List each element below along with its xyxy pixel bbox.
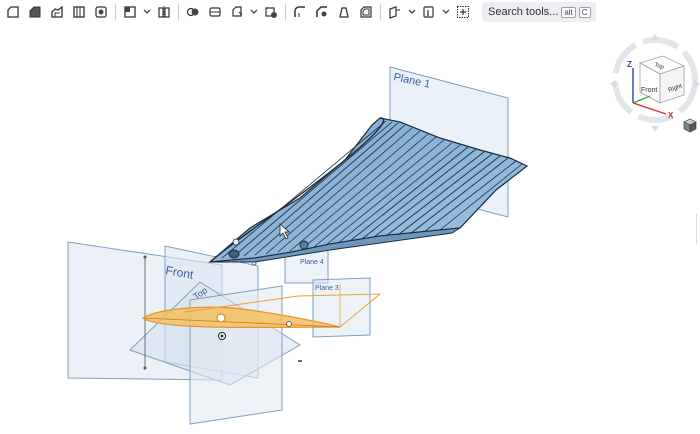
toolbar: Search tools... alt C — [0, 0, 700, 24]
draft-icon[interactable] — [335, 3, 353, 21]
panel-edge[interactable] — [696, 214, 700, 244]
toolbar-divider — [115, 4, 116, 20]
mate-connector-icon[interactable] — [420, 3, 438, 21]
shell-icon[interactable] — [357, 3, 375, 21]
shortcut-key-alt: alt — [561, 6, 576, 18]
origin-marker[interactable] — [218, 332, 226, 340]
plane-icon[interactable] — [386, 3, 404, 21]
revolve-icon[interactable] — [48, 3, 66, 21]
graphics-viewport[interactable]: Plane 1 Plane 2 Top Front Plane 4 Plane … — [0, 24, 700, 434]
toolbar-divider — [285, 4, 286, 20]
search-tools-button[interactable]: Search tools... alt C — [482, 2, 596, 22]
plane-4-label: Plane 4 — [300, 259, 324, 266]
plane-3[interactable]: Plane 3 — [312, 277, 371, 338]
mirror-icon[interactable] — [155, 3, 173, 21]
toolbar-divider — [380, 4, 381, 20]
view-cube[interactable]: Top Front Right Z X — [610, 34, 700, 132]
chevron-down-icon[interactable] — [250, 9, 258, 15]
view-cube-up-arrow — [651, 34, 659, 40]
plane-3-label: Plane 3 — [315, 285, 339, 292]
x-axis-label: X — [668, 111, 674, 120]
split-icon[interactable] — [206, 3, 224, 21]
delete-part-icon[interactable] — [262, 3, 280, 21]
thicken-icon[interactable] — [121, 3, 139, 21]
toolbar-divider — [178, 4, 179, 20]
shortcut-key-c: C — [578, 6, 591, 18]
add-feature-icon[interactable] — [454, 3, 472, 21]
y-axis — [632, 95, 651, 104]
view-options-icon[interactable] — [683, 118, 697, 133]
chamfer-icon[interactable] — [313, 3, 331, 21]
chevron-down-icon[interactable] — [442, 9, 450, 15]
loft-icon[interactable] — [92, 3, 110, 21]
fillet-icon[interactable] — [291, 3, 309, 21]
transform-icon[interactable] — [228, 3, 246, 21]
view-cube-front-label: Front — [641, 87, 657, 94]
chevron-down-icon[interactable] — [143, 9, 151, 15]
sweep-icon[interactable] — [70, 3, 88, 21]
view-cube-down-arrow — [651, 126, 659, 132]
x-axis — [632, 102, 667, 115]
boolean-icon[interactable] — [184, 3, 202, 21]
sketch-icon[interactable] — [4, 3, 22, 21]
z-axis-label: Z — [627, 60, 632, 69]
search-tools-label: Search tools... — [488, 6, 559, 18]
extrude-icon[interactable] — [26, 3, 44, 21]
chevron-down-icon[interactable] — [408, 9, 416, 15]
